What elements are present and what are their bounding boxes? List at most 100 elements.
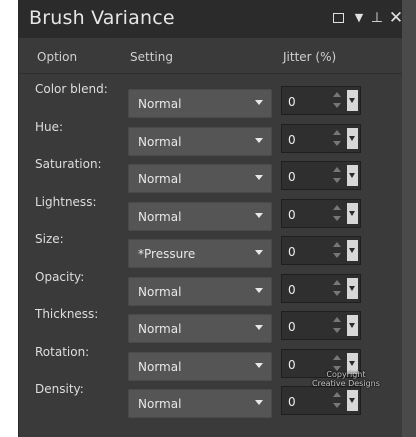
spin-up-icon[interactable] <box>333 129 341 135</box>
jitter-spinner[interactable] <box>332 241 342 261</box>
panel-titlebar: Brush Variance ▼ ⊥ ✕ <box>19 0 403 38</box>
jitter-dropdown-button[interactable] <box>347 202 358 224</box>
setting-dropdown[interactable]: Normal <box>128 314 272 343</box>
spin-up-icon[interactable] <box>333 392 341 397</box>
spin-up-icon[interactable] <box>333 354 341 360</box>
jitter-dropdown-button[interactable] <box>347 390 358 411</box>
spin-up-icon[interactable] <box>333 242 341 247</box>
row-label: Size: <box>35 232 64 246</box>
setting-dropdown[interactable]: Normal <box>128 89 272 118</box>
jitter-dropdown-button[interactable] <box>347 127 358 149</box>
variance-row: Hue: Normal 0 <box>19 120 403 157</box>
chevron-down-icon <box>255 325 263 330</box>
setting-dropdown[interactable]: Normal <box>128 276 272 306</box>
spin-up-icon[interactable] <box>333 92 341 97</box>
jitter-input[interactable]: 0 <box>281 236 361 265</box>
chevron-down-icon <box>349 173 355 178</box>
jitter-input[interactable]: 0 <box>281 198 361 228</box>
jitter-dropdown-button[interactable] <box>347 240 358 261</box>
chevron-down-icon <box>255 137 263 143</box>
chevron-down-icon <box>349 398 355 403</box>
chevron-down-icon <box>349 210 355 216</box>
spin-down-icon[interactable] <box>333 290 341 296</box>
chevron-down-icon <box>255 287 263 293</box>
jitter-input[interactable]: 0 <box>281 386 361 415</box>
pin-icon[interactable]: ⊥ <box>368 8 386 28</box>
jitter-value: 0 <box>288 320 296 334</box>
chevron-down-icon <box>255 212 263 218</box>
spin-up-icon[interactable] <box>333 279 341 285</box>
jitter-value: 0 <box>288 207 296 222</box>
spin-down-icon[interactable] <box>333 178 341 183</box>
setting-dropdown[interactable]: Normal <box>128 164 272 193</box>
setting-dropdown-value: Normal <box>138 209 182 224</box>
chevron-down-icon <box>349 285 355 291</box>
variance-row: Color blend: Normal 0 <box>19 82 403 119</box>
chevron-down-icon[interactable]: ▼ <box>350 8 368 28</box>
variance-row: Size: *Pressure 0 <box>19 232 403 269</box>
jitter-spinner[interactable] <box>332 279 342 299</box>
jitter-input[interactable]: 0 <box>281 161 361 190</box>
chevron-down-icon <box>349 135 355 141</box>
jitter-value: 0 <box>288 395 296 409</box>
setting-dropdown-value: Normal <box>138 172 182 186</box>
spin-down-icon[interactable] <box>333 215 341 221</box>
jitter-column-header: Jitter (%) <box>283 50 337 64</box>
row-label: Rotation: <box>35 344 90 359</box>
jitter-input[interactable]: 0 <box>281 86 361 115</box>
spin-down-icon[interactable] <box>333 140 341 146</box>
jitter-spinner[interactable] <box>332 129 342 149</box>
chevron-down-icon <box>255 400 263 405</box>
spin-up-icon[interactable] <box>333 317 341 322</box>
jitter-input[interactable]: 0 <box>281 273 361 303</box>
jitter-spinner[interactable] <box>332 316 342 336</box>
setting-dropdown[interactable]: Normal <box>128 389 272 418</box>
chevron-down-icon <box>349 248 355 253</box>
spin-down-icon[interactable] <box>333 403 341 408</box>
watermark-line-2: Creative Designs <box>312 379 380 388</box>
variance-row: Thickness: Normal 0 <box>19 307 403 344</box>
jitter-value: 0 <box>288 245 296 259</box>
jitter-input[interactable]: 0 <box>281 123 361 153</box>
header-divider <box>19 73 403 74</box>
setting-dropdown-value: Normal <box>138 97 182 111</box>
row-label: Hue: <box>35 119 64 134</box>
setting-dropdown[interactable]: Normal <box>128 351 272 381</box>
chevron-down-icon <box>255 362 263 368</box>
jitter-dropdown-button[interactable] <box>347 277 358 299</box>
restore-icon[interactable] <box>329 8 347 28</box>
chevron-down-icon <box>349 98 355 103</box>
setting-dropdown[interactable]: Normal <box>128 201 272 231</box>
setting-dropdown-value: Normal <box>138 134 182 149</box>
chevron-down-icon <box>255 100 263 105</box>
setting-dropdown[interactable]: Normal <box>128 126 272 156</box>
jitter-dropdown-button[interactable] <box>347 165 358 186</box>
jitter-value: 0 <box>288 132 296 147</box>
jitter-spinner[interactable] <box>332 391 342 411</box>
column-headers: Option Setting Jitter (%) <box>19 44 403 72</box>
spin-up-icon[interactable] <box>333 204 341 210</box>
option-column-header: Option <box>37 50 78 64</box>
jitter-spinner[interactable] <box>332 91 342 111</box>
setting-dropdown-value: Normal <box>138 359 182 374</box>
watermark-line-1: Copyright <box>326 370 366 379</box>
spin-up-icon[interactable] <box>333 167 341 172</box>
chevron-down-icon <box>255 175 263 180</box>
spin-down-icon[interactable] <box>333 328 341 333</box>
jitter-spinner[interactable] <box>332 166 342 186</box>
row-label: Color blend: <box>35 82 108 96</box>
row-label: Density: <box>35 382 84 396</box>
jitter-dropdown-button[interactable] <box>347 315 358 336</box>
setting-dropdown[interactable]: *Pressure <box>128 239 272 268</box>
jitter-input[interactable]: 0 <box>281 311 361 340</box>
spin-down-icon[interactable] <box>333 253 341 258</box>
row-label: Thickness: <box>35 307 99 321</box>
spin-down-icon[interactable] <box>333 103 341 108</box>
jitter-value: 0 <box>288 282 296 297</box>
jitter-value: 0 <box>288 170 296 184</box>
row-label: Saturation: <box>35 157 102 171</box>
chevron-down-icon <box>255 250 263 255</box>
jitter-spinner[interactable] <box>332 204 342 224</box>
jitter-dropdown-button[interactable] <box>347 90 358 111</box>
watermark: Copyright Creative Designs <box>312 370 380 388</box>
